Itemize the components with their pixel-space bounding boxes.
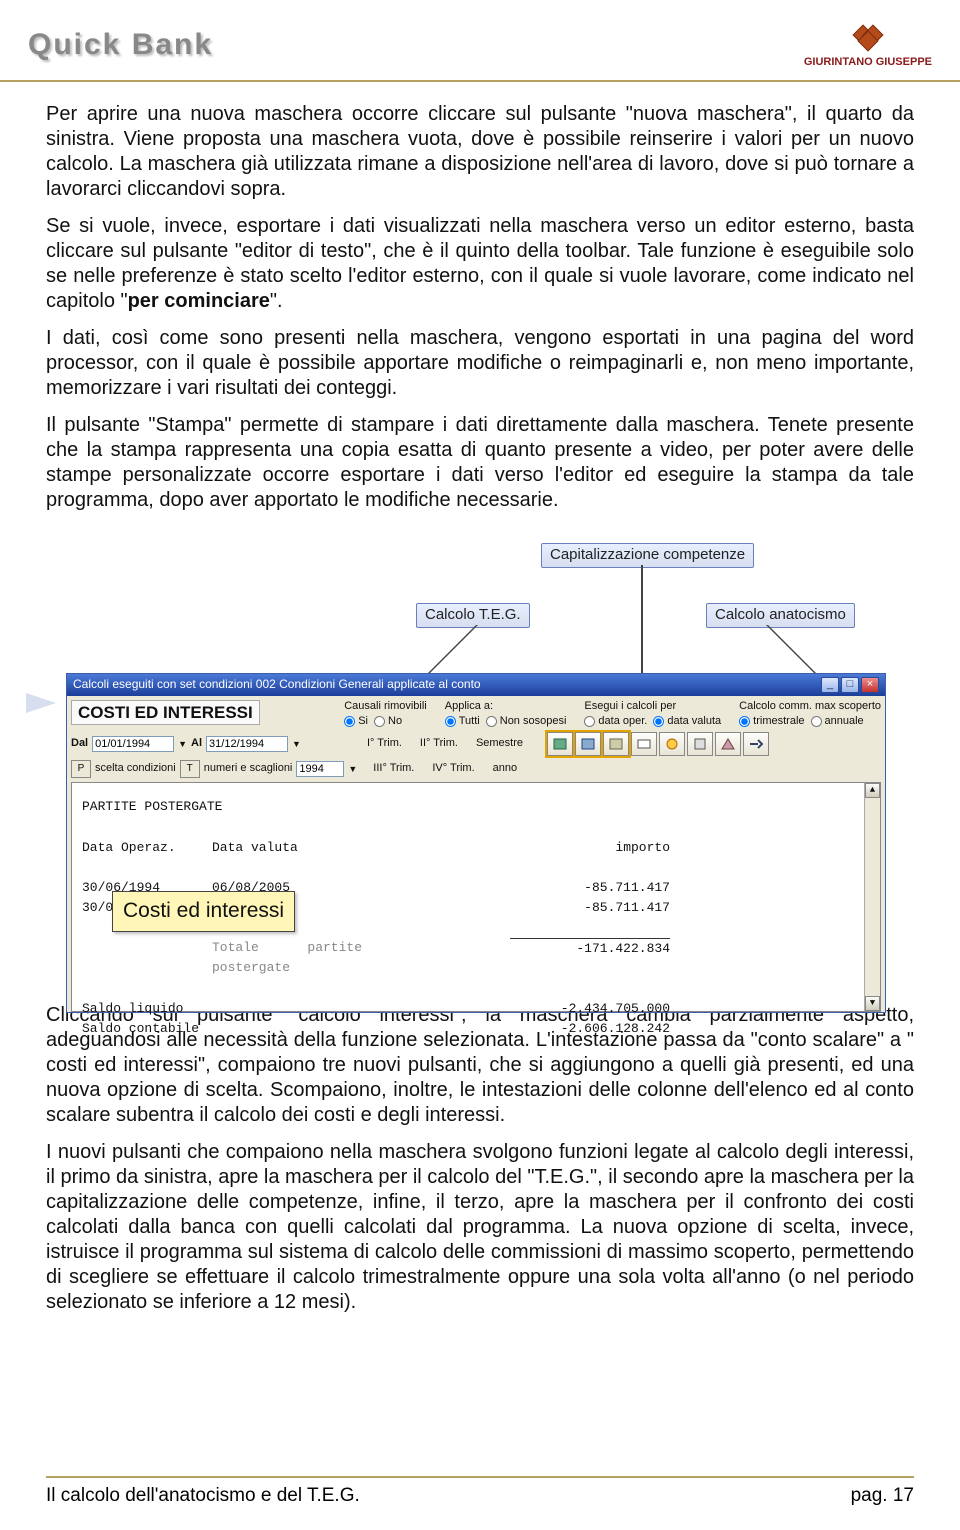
section-heading: COSTI ED INTERESSI: [71, 700, 260, 725]
window-title: Calcoli eseguiti con set condizioni 002 …: [73, 677, 481, 692]
teg-button[interactable]: [547, 732, 573, 756]
footer-title: Il calcolo dell'anatocismo e del T.E.G.: [46, 1484, 360, 1508]
capitalizzazione-button[interactable]: [575, 732, 601, 756]
toolbar-btn-6[interactable]: [687, 732, 713, 756]
screenshot-figure: Capitalizzazione competenze Calcolo T.E.…: [66, 543, 906, 973]
listing-header: PARTITE POSTERGATE: [82, 797, 870, 817]
paragraph-1: Per aprire una nuova maschera occorre cl…: [46, 102, 914, 202]
costi-overlay-label: Costi ed interessi: [112, 891, 295, 932]
radio-no[interactable]: No: [374, 715, 402, 729]
radio-annuale[interactable]: annuale: [811, 715, 864, 729]
maximize-button[interactable]: □: [841, 677, 859, 693]
app-window: Calcoli eseguiti con set condizioni 002 …: [66, 673, 886, 1014]
results-listing: PARTITE POSTERGATE Data Operaz. Data val…: [71, 782, 881, 1012]
callout-anatocismo: Calcolo anatocismo: [706, 603, 855, 628]
arrow-marker-icon: [26, 693, 56, 713]
vertical-scrollbar[interactable]: ▲ ▼: [864, 783, 880, 1011]
callout-capitalizzazione: Capitalizzazione competenze: [541, 543, 754, 568]
toolbar-btn-5[interactable]: [659, 732, 685, 756]
company-logo: GIURINTANO GIUSEPPE: [804, 20, 932, 70]
year-input[interactable]: [296, 761, 344, 777]
radio-datavaluta[interactable]: data valuta: [653, 715, 721, 729]
paragraph-6: I nuovi pulsanti che compaiono nella mas…: [46, 1140, 914, 1315]
page-number: pag. 17: [851, 1484, 914, 1508]
paragraph-2: Se si vuole, invece, esportare i dati vi…: [46, 214, 914, 314]
toolbar-btn-7[interactable]: [715, 732, 741, 756]
scroll-down-icon[interactable]: ▼: [865, 996, 880, 1011]
logo-icon: [848, 20, 888, 56]
callout-teg: Calcolo T.E.G.: [416, 603, 530, 628]
toolbar-btn-4[interactable]: [631, 732, 657, 756]
page-footer: Il calcolo dell'anatocismo e del T.E.G. …: [46, 1476, 914, 1508]
toolbar-btn-8[interactable]: [743, 732, 769, 756]
minimize-button[interactable]: _: [821, 677, 839, 693]
radio-nonsos[interactable]: Non sosopesi: [486, 715, 567, 729]
document-body: Per aprire una nuova maschera occorre cl…: [0, 82, 960, 1315]
page-header: Quick Bank GIURINTANO GIUSEPPE: [0, 0, 960, 82]
date-from-input[interactable]: [92, 736, 174, 752]
radio-tutti[interactable]: Tutti: [445, 715, 480, 729]
brand-title: Quick Bank: [28, 26, 213, 64]
scroll-up-icon[interactable]: ▲: [865, 783, 880, 798]
company-name: GIURINTANO GIUSEPPE: [804, 56, 932, 70]
radio-si[interactable]: Si: [344, 715, 368, 729]
t-button[interactable]: T: [180, 760, 200, 778]
p-button[interactable]: P: [71, 760, 91, 778]
radio-trimestrale[interactable]: trimestrale: [739, 715, 804, 729]
anatocismo-button[interactable]: [603, 732, 629, 756]
close-button[interactable]: ×: [861, 677, 879, 693]
paragraph-3: I dati, così come sono presenti nella ma…: [46, 326, 914, 401]
window-titlebar: Calcoli eseguiti con set condizioni 002 …: [67, 674, 885, 696]
radio-dataoper[interactable]: data oper.: [584, 715, 647, 729]
paragraph-4: Il pulsante "Stampa" permette di stampar…: [46, 413, 914, 513]
date-to-input[interactable]: [206, 736, 288, 752]
